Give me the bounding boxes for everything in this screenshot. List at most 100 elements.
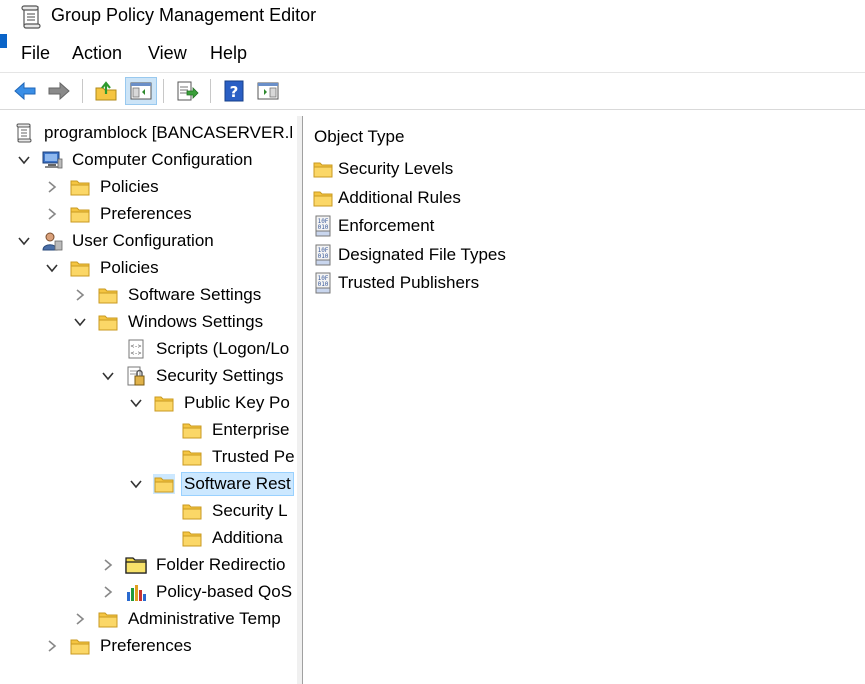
show-hide-action-pane-button[interactable]: [255, 79, 281, 103]
details-pane[interactable]: Object Type Security Levels Additional Ru…: [303, 116, 865, 684]
tree-node-policy-based-qos[interactable]: Policy-based QoS: [99, 579, 294, 605]
tree-node-label: Computer Configuration: [72, 150, 253, 169]
chevron-down-icon[interactable]: [15, 151, 33, 169]
tree-node-software-settings[interactable]: Software Settings: [71, 282, 263, 308]
folder-icon: [153, 474, 175, 494]
folder-icon: [69, 204, 91, 224]
chevron-down-icon[interactable]: [127, 394, 145, 412]
object-item-enforcement[interactable]: 10F 010 Enforcement: [312, 213, 434, 239]
toolbar: ?: [0, 72, 865, 110]
menu-action[interactable]: Action: [72, 43, 122, 64]
chevron-down-icon[interactable]: [15, 232, 33, 250]
tree-node-administrative-temp[interactable]: Administrative Temp: [71, 606, 283, 632]
tree-node-label: Software Rest: [181, 472, 294, 496]
back-button[interactable]: [12, 79, 38, 103]
folder-icon: [69, 177, 91, 197]
script-icon: <-> <->: [125, 339, 147, 359]
export-list-icon: [177, 81, 199, 101]
column-header-object-type[interactable]: Object Type: [314, 127, 404, 147]
chevron-down-icon[interactable]: [127, 475, 145, 493]
tree-node-folder-redirectio[interactable]: Folder Redirectio: [99, 552, 287, 578]
up-folder-icon: [95, 81, 117, 101]
security-settings-icon: [125, 366, 147, 386]
expander-placeholder: [155, 502, 173, 520]
show-hide-tree-icon: [130, 82, 152, 100]
show-hide-action-pane-icon: [257, 82, 279, 100]
chevron-right-icon[interactable]: [99, 556, 117, 574]
chevron-right-icon[interactable]: [71, 286, 89, 304]
menu-view[interactable]: View: [148, 43, 187, 64]
tree-node-security-settings[interactable]: Security Settings: [99, 363, 286, 389]
tree-node-preferences[interactable]: Preferences: [43, 633, 194, 659]
chevron-down-icon[interactable]: [99, 367, 117, 385]
folder-icon: [69, 636, 91, 656]
console-tree[interactable]: programblock [BANCASERVER.l Computer Conf…: [7, 116, 298, 684]
export-list-button[interactable]: [174, 79, 200, 103]
chevron-right-icon[interactable]: [43, 205, 61, 223]
menu-file[interactable]: File: [21, 43, 50, 64]
object-item-trusted-publishers[interactable]: 10F 010 Trusted Publishers: [312, 270, 479, 296]
folder-icon: [97, 285, 119, 305]
folder-icon: [181, 501, 203, 521]
gpo-icon: [13, 123, 35, 143]
tree-node-policies[interactable]: Policies: [43, 255, 161, 281]
chevron-right-icon[interactable]: [43, 178, 61, 196]
object-item-label: Security Levels: [338, 159, 454, 178]
chevron-down-icon[interactable]: [71, 313, 89, 331]
svg-text:?: ?: [230, 83, 239, 101]
tree-node-enterprise[interactable]: Enterprise: [155, 417, 291, 443]
tree-node-trusted-pe[interactable]: Trusted Pe: [155, 444, 297, 470]
object-item-designated-file-types[interactable]: 10F 010 Designated File Types: [312, 242, 506, 268]
folder-icon: [181, 528, 203, 548]
up-one-level-button[interactable]: [93, 79, 119, 103]
tree-node-label: Enterprise: [212, 420, 290, 439]
tree-node-label: Policies: [100, 258, 159, 277]
tree-node-policies[interactable]: Policies: [43, 174, 161, 200]
tree-node-windows-settings[interactable]: Windows Settings: [71, 309, 265, 335]
tree-node-label: Preferences: [100, 204, 192, 223]
tree-node-label: Windows Settings: [128, 312, 264, 331]
tree-node-computer-configuration[interactable]: Computer Configuration: [15, 147, 254, 173]
folder-icon: [181, 447, 203, 467]
tree-node-label: Policy-based QoS: [156, 582, 293, 601]
chevron-down-icon[interactable]: [43, 259, 61, 277]
object-item-security-levels[interactable]: Security Levels: [312, 156, 453, 182]
tree-node-label: Folder Redirectio: [156, 555, 286, 574]
tree-node-software-rest[interactable]: Software Rest: [127, 471, 294, 497]
tree-node-label: Policies: [100, 177, 159, 196]
tree-node-programblock-bancaserver-l[interactable]: programblock [BANCASERVER.l: [13, 120, 295, 146]
forward-icon: [48, 81, 70, 101]
chevron-right-icon[interactable]: [99, 583, 117, 601]
object-item-additional-rules[interactable]: Additional Rules: [312, 185, 461, 211]
folder-icon: [153, 393, 175, 413]
chevron-right-icon[interactable]: [71, 610, 89, 628]
expander-placeholder: [155, 529, 173, 547]
forward-button[interactable]: [46, 79, 72, 103]
tree-node-label: Preferences: [100, 636, 192, 655]
tree-node-label: programblock [BANCASERVER.l: [44, 123, 294, 142]
menu-help[interactable]: Help: [210, 43, 247, 64]
folder-icon: [181, 420, 203, 440]
binary-policy-icon: 10F 010: [312, 215, 334, 237]
tree-node-preferences[interactable]: Preferences: [43, 201, 194, 227]
tree-node-security-l[interactable]: Security L: [155, 498, 290, 524]
computer-icon: [41, 150, 63, 170]
object-item-label: Additional Rules: [338, 187, 461, 207]
tree-node-public-key-po[interactable]: Public Key Po: [127, 390, 292, 416]
folder-icon: [97, 609, 119, 629]
chevron-right-icon[interactable]: [43, 637, 61, 655]
folder-icon: [69, 258, 91, 278]
folder-icon: [312, 187, 334, 209]
help-button[interactable]: ?: [221, 79, 247, 103]
tree-node-user-configuration[interactable]: User Configuration: [15, 228, 216, 254]
tree-node-additiona[interactable]: Additiona: [155, 525, 285, 551]
tree-node-label: Security L: [212, 501, 288, 520]
svg-text:<->: <->: [131, 350, 142, 357]
tree-node-label: Security Settings: [156, 366, 284, 385]
gpo-editor-icon: [20, 5, 42, 29]
show-hide-console-tree-button[interactable]: [125, 77, 157, 105]
object-item-label: Trusted Publishers: [338, 273, 480, 292]
toolbar-separator: [82, 79, 83, 103]
tree-node-scripts-logon-lo[interactable]: <-> <-> Scripts (Logon/Lo: [99, 336, 291, 362]
folder-icon: [312, 158, 334, 180]
